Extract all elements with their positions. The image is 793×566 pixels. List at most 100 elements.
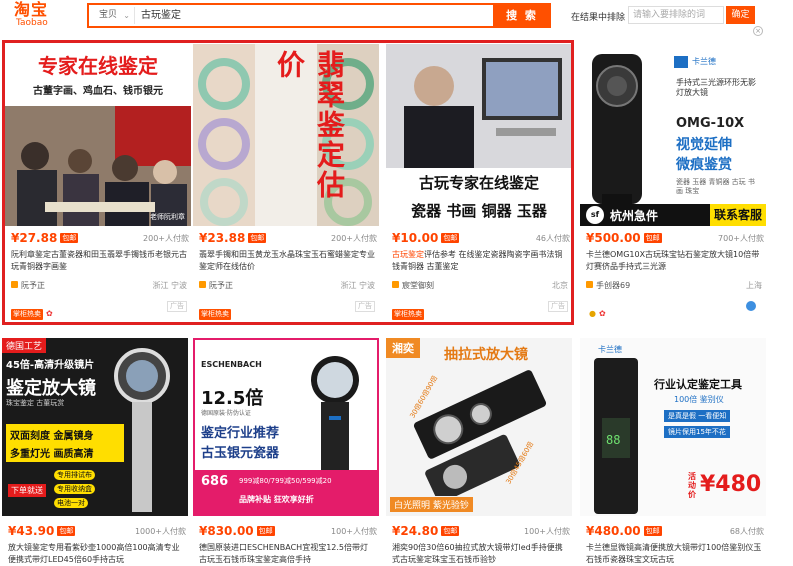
price: ¥24.80 包邮: [392, 524, 460, 538]
product-card[interactable]: 德国工艺 45倍-高清升级镜片 鉴定放大镜 珠宝鉴定 古董玩赏 双面刻度 金属镜…: [2, 338, 188, 566]
ad-label: 广告: [548, 301, 568, 312]
chevron-down-icon: ⌄: [123, 11, 130, 20]
baoyou-badge: 包邮: [643, 233, 662, 243]
baoyou-badge: 包邮: [643, 526, 662, 536]
logo-text-en: Taobao: [16, 18, 48, 28]
price-row: ¥43.90 包邮 1000+人付款: [6, 524, 186, 538]
thumb-price: ¥480: [700, 472, 762, 497]
gift-label: 下单就送: [8, 484, 46, 497]
baoyou-badge: 包邮: [60, 233, 79, 243]
shop-row: 阮予正 浙江 宁波: [199, 280, 375, 292]
baoyou-badge: 包邮: [441, 233, 460, 243]
search-scope-select[interactable]: 宝贝 ⌄: [91, 7, 135, 24]
thumb-subline: 45倍-高清升级镜片: [6, 360, 95, 371]
shop-link[interactable]: 宸堂御刻: [392, 280, 434, 291]
exclude-input[interactable]: 请输入要排除的词: [628, 6, 724, 24]
product-image[interactable]: 专家在线鉴定 古董字画、鸡血石、钱币银元 老师阮利章: [5, 44, 191, 226]
product-image[interactable]: 翡翠鉴定估价: [193, 44, 379, 226]
gift-item-1: 专用排试布: [54, 470, 95, 480]
product-card[interactable]: 古玩专家在线鉴定 瓷器 书画 铜器 玉器 ¥10.00 包邮 46人付款 古玩鉴定…: [386, 44, 572, 322]
product-title[interactable]: 古玩鉴定评估参考 在线鉴定瓷器陶瓷字画书法铜钱青铜器 古董鉴定: [392, 249, 568, 273]
shop-icon: [392, 281, 399, 288]
thumb-headline-2: 微痕鉴赏: [676, 157, 732, 173]
contact-service-button[interactable]: 联系客服: [709, 204, 766, 226]
thumb-headline: 鉴定放大镜: [6, 378, 96, 399]
close-icon[interactable]: ×: [753, 26, 763, 36]
thumb-bullet-2: 镜片保用15年不花: [664, 426, 730, 438]
product-image[interactable]: 湘奕 抽拉式放大镜 30倍60倍90倍 30倍45倍60倍 白光照明 紫光验钞: [386, 338, 572, 516]
shop-row: 阮予正 浙江 宁波: [11, 280, 187, 292]
product-title[interactable]: 卡兰德显微镜高清便携放大镜带灯100倍鉴别仪玉石钱币瓷器珠宝文玩古玩: [586, 542, 762, 566]
thumb-headline: 专家在线鉴定: [38, 54, 158, 78]
baoyou-badge: 包邮: [248, 233, 267, 243]
thumb-bullet-1: 是真是假 一看便知: [664, 410, 731, 422]
product-card[interactable]: 卡兰德 88 行业认定鉴定工具 100倍 鉴别仪 是真是假 一看便知 镜片保用1…: [580, 338, 766, 566]
shop-link[interactable]: 阮予正: [11, 280, 45, 291]
product-card[interactable]: 卡兰德 手持式三光源环形无影灯放大镜 OMG-10X 视觉延伸 微痕鉴赏 瓷器 …: [580, 44, 766, 322]
product-card[interactable]: 专家在线鉴定 古董字画、鸡血石、钱币银元 老师阮利章 ¥27.88 包邮 200+…: [5, 44, 191, 322]
price: ¥480.00 包邮: [586, 524, 662, 538]
sales-count: 700+人付款: [718, 234, 764, 243]
taobao-logo[interactable]: 淘宝 Taobao: [14, 2, 62, 30]
promo-bar: 686 999减80/799减50/599减20 品牌补贴 狂欢享好折: [195, 470, 377, 514]
sales-count: 100+人付款: [524, 527, 570, 536]
product-image[interactable]: ESCHENBACH 12.5倍 德国原装·防伪认证 鉴定行业推荐 古玉银元瓷器…: [193, 338, 379, 516]
search-button[interactable]: 搜 索: [493, 3, 551, 28]
thumb-headline: 视觉延伸: [676, 137, 732, 153]
search-scope-label: 宝贝: [99, 10, 118, 20]
thumb-caption: 珠宝鉴定 古董玩赏: [6, 399, 65, 407]
thumb-headline: 古玩专家在线鉴定: [418, 174, 539, 192]
shop-row: 手创器69 上海: [586, 280, 762, 292]
price: ¥43.90 包邮: [8, 524, 76, 538]
promo-price: 686: [201, 474, 229, 489]
product-title[interactable]: 阮利章鉴定古董瓷器和田玉翡翠手镯钱币老银元古玩青铜器字画鉴: [11, 249, 187, 273]
sf-express-label: 杭州急件: [610, 209, 659, 223]
shop-link[interactable]: 阮予正: [199, 280, 233, 291]
product-image[interactable]: 古玩专家在线鉴定 瓷器 书画 铜器 玉器: [386, 44, 572, 226]
exclude-label: 在结果中排除: [571, 13, 626, 23]
product-card[interactable]: ESCHENBACH 12.5倍 德国原装·防伪认证 鉴定行业推荐 古玉银元瓷器…: [193, 338, 379, 566]
product-title[interactable]: 卡兰德OMG10X古玩珠宝钻石鉴定放大镜10倍带灯赛侪品手持式三光源: [586, 249, 762, 273]
product-image[interactable]: 德国工艺 45倍-高清升级镜片 鉴定放大镜 珠宝鉴定 古董玩赏 双面刻度 金属镜…: [2, 338, 188, 516]
chat-icon[interactable]: [746, 301, 756, 311]
svg-text:88: 88: [606, 433, 620, 447]
product-image[interactable]: 卡兰德 手持式三光源环形无影灯放大镜 OMG-10X 视觉延伸 微痕鉴赏 瓷器 …: [580, 44, 766, 226]
price-row: ¥23.88 包邮 200+人付款: [197, 231, 377, 245]
product-title[interactable]: 放大镜鉴定专用看紫砂壶1000高倍100高清专业便携式带灯LED45倍60手持古…: [8, 542, 184, 566]
exclude-confirm-button[interactable]: 确定: [726, 6, 755, 24]
tag-row: 掌柜热卖 ✿ 广告: [11, 301, 187, 320]
feature-box: 双面刻度 金属镜身 多重灯光 画质高清: [6, 424, 124, 462]
price: ¥500.00 包邮: [586, 231, 662, 245]
search-box: 宝贝 ⌄ 古玩鉴定 搜 索: [87, 3, 551, 28]
product-title[interactable]: 湘奕90倍30倍60抽拉式放大镜带灯led手持便携式古玩鉴定珠宝玉石钱币验钞: [392, 542, 568, 566]
magnifier-photo: [413, 370, 547, 496]
product-title[interactable]: 德国原装进口ESCHENBACH宜视宝12.5倍带灯古玩玉石钱币珠宝鉴定高倍手持: [199, 542, 375, 566]
sf-express-banner: sf 杭州急件 联系客服: [580, 204, 766, 226]
price-row: ¥480.00 包邮 68人付款: [584, 524, 764, 538]
location: 浙江 宁波: [340, 281, 375, 290]
product-title[interactable]: 翡翠手镯和田玉黄龙玉水晶珠宝玉石蜜蜡鉴定专业鉴定师在线估价: [199, 249, 375, 273]
thumb-caption: 老师阮利章: [150, 213, 185, 221]
flower-icon: ✿: [598, 309, 606, 318]
thumb-headline: 鉴定行业推荐: [201, 426, 280, 441]
thumb-model: OMG-10X: [676, 116, 745, 131]
thumb-headline: 行业认定鉴定工具: [654, 378, 742, 391]
price: ¥23.88 包邮: [199, 231, 267, 245]
thumb-uses: 瓷器 玉器 青铜器 古玩 书画 珠宝: [676, 178, 755, 195]
feature-line-2: 多重灯光 画质高清: [10, 449, 94, 460]
price-row: ¥27.88 包邮 200+人付款: [9, 231, 189, 245]
thumb-headline: 抽拉式放大镜: [444, 347, 528, 363]
product-image[interactable]: 卡兰德 88 行业认定鉴定工具 100倍 鉴别仪 是真是假 一看便知 镜片保用1…: [580, 338, 766, 516]
promo-coupons: 999减80/799减50/599减20: [239, 477, 332, 485]
tag-row: 掌柜热卖 广告: [199, 301, 375, 320]
expert-photo: [386, 44, 572, 172]
location: 北京: [552, 281, 568, 290]
shop-link[interactable]: 手创器69: [586, 280, 630, 291]
search-input[interactable]: 古玩鉴定: [141, 5, 181, 26]
product-card[interactable]: 翡翠鉴定估价 ¥23.88 包邮 200+人付款 翡翠手镯和田玉黄龙玉水晶珠宝玉石…: [193, 44, 379, 322]
gold-medal-icon: ●: [589, 309, 596, 318]
product-card[interactable]: 湘奕 抽拉式放大镜 30倍60倍90倍 30倍45倍60倍 白光照明 紫光验钞 …: [386, 338, 572, 566]
hot-tag: 掌柜热卖: [199, 309, 231, 320]
sales-count: 200+人付款: [331, 234, 377, 243]
shop-icon: [11, 281, 18, 288]
